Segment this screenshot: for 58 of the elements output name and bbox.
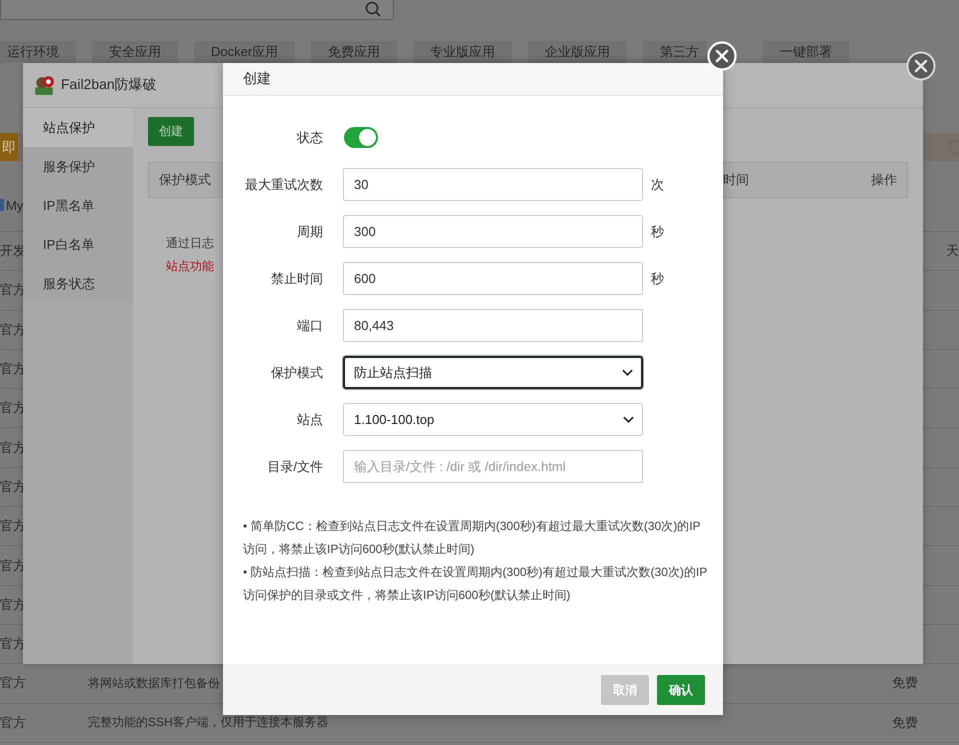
field-label: 站点 — [296, 410, 323, 428]
category-tab[interactable]: 运行环境 — [0, 41, 76, 63]
category-tab[interactable]: 一键部署 — [763, 41, 850, 63]
category-tab[interactable]: 企业版应用 — [528, 41, 628, 63]
column-header: 保护模式 — [159, 171, 211, 189]
note-text: • 简单防CC：检查到站点日志文件在设置周期内(300秒)有超过最大重试次数(30次)的IP访问，将禁止该IP访问600秒(默认禁止时间) — [243, 518, 702, 558]
chevron-icon — [622, 369, 633, 376]
dialog-title: 创建 — [243, 70, 271, 88]
sidebar-item[interactable]: 服务保护 — [23, 147, 133, 186]
field-label: 状态 — [296, 128, 323, 146]
unit-label: 次 — [651, 176, 664, 192]
table-cell: 官方 — [0, 714, 26, 732]
table-cell: 完整功能的SSH客户端，仅用于连接本服务器 — [88, 714, 329, 732]
close-icon[interactable] — [906, 51, 936, 81]
table-cell: 将网站或数据库打包备份 — [88, 674, 220, 692]
input-field[interactable]: 80,443 — [343, 309, 643, 342]
table-cell: 免费 — [892, 714, 918, 732]
buy-button[interactable]: 即 — [0, 133, 18, 161]
unit-label: 秒 — [651, 224, 664, 238]
search-field[interactable] — [0, 0, 394, 20]
field-label: 端口 — [296, 316, 323, 334]
field-label: 禁止时间 — [270, 270, 323, 288]
unit-label: 秒 — [651, 270, 664, 286]
table-cell: 官方 — [0, 674, 26, 692]
search-icon — [365, 1, 381, 17]
confirm-button[interactable]: 确认 — [657, 675, 705, 705]
column-header: 操作 — [871, 171, 897, 189]
note-text: • 防站点扫描：检查到站点日志文件在设置周期内(300秒)有超过最大重试次数(30次)的IP访问保护的目录或文件，将禁止该IP访问600秒(默认禁止时间) — [243, 564, 708, 604]
sidebar-item[interactable]: 服务状态 — [23, 264, 133, 303]
input-field[interactable]: 输入目录/文件 : /dir 或 /dir/index.html — [343, 450, 643, 483]
input-field[interactable]: 300 — [343, 215, 643, 248]
field-label: 保护模式 — [270, 364, 323, 382]
logo-icon — [33, 74, 55, 96]
input-field[interactable]: 600 — [343, 262, 643, 295]
category-tab[interactable]: 第三方 — [643, 41, 708, 63]
category-tab[interactable]: 免费应用 — [311, 41, 398, 63]
toggle-switch[interactable] — [344, 127, 378, 148]
table-cell: 免费 — [892, 674, 918, 692]
category-tab[interactable]: Docker应用 — [194, 41, 296, 63]
row-text: My — [6, 198, 24, 212]
chevron-icon — [623, 416, 634, 423]
category-tab[interactable]: 安全应用 — [92, 41, 178, 63]
sidebar-item[interactable]: IP白名单 — [23, 225, 133, 264]
category-tab[interactable]: 专业版应用 — [413, 41, 512, 63]
field-label: 目录/文件 — [266, 458, 323, 476]
table-cell: 天 — [946, 242, 959, 260]
column-header: 时间 — [723, 171, 749, 189]
window-title: Fail2ban防爆破 — [61, 76, 157, 94]
dropdown[interactable]: 防止站点扫描 — [343, 356, 643, 389]
dropdown[interactable]: 1.100-100.top — [343, 403, 643, 436]
field-label: 周期 — [296, 222, 323, 240]
sidebar-item[interactable]: 站点保护 — [23, 108, 133, 147]
field-label: 最大重试次数 — [244, 176, 323, 194]
input-field[interactable]: 30 — [343, 168, 643, 201]
sidebar-item[interactable]: IP黑名单 — [23, 186, 133, 225]
note-text: 通过日志 — [166, 235, 215, 252]
shield-icon — [949, 138, 959, 156]
create-button[interactable]: 创建 — [148, 117, 194, 146]
